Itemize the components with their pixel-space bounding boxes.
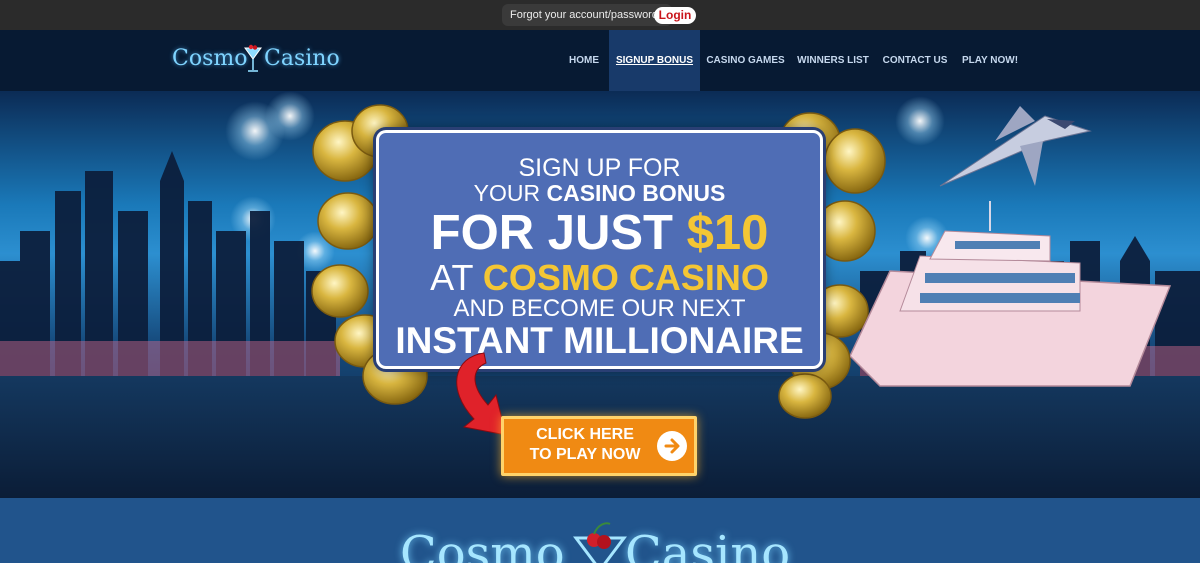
- nav-item-home[interactable]: HOME: [561, 30, 607, 91]
- play-now-cta-button[interactable]: CLICK HERE TO PLAY NOW: [501, 416, 697, 476]
- nav-item-casino-games[interactable]: CASINO GAMES: [703, 30, 788, 91]
- promo-line-1: SIGN UP FOR: [518, 154, 681, 182]
- forgot-password-link[interactable]: Forgot your account/password?: [502, 4, 673, 26]
- logo-word-left: Cosmo: [172, 46, 248, 71]
- cta-label: CLICK HERE TO PLAY NOW: [529, 426, 641, 463]
- bottom-logo-band: Cosmo Casino: [0, 498, 1200, 563]
- hero-banner: SIGN UP FOR YOUR CASINO BONUS FOR JUST $…: [0, 91, 1200, 498]
- footer-logo: Cosmo Casino: [400, 520, 800, 563]
- nav-item-signup-bonus[interactable]: SIGNUP BONUS: [609, 30, 700, 91]
- martini-glass-icon: [244, 44, 262, 72]
- cherry-martini-icon: [573, 522, 627, 563]
- login-button[interactable]: Login: [654, 7, 696, 24]
- footer-logo-word-left: Cosmo: [400, 526, 565, 563]
- nav-item-play-now[interactable]: PLAY NOW!: [959, 30, 1021, 91]
- jet-plane-image: [939, 106, 1092, 187]
- arrow-right-circle-icon: [657, 431, 687, 461]
- nav-item-contact-us[interactable]: CONTACT US: [879, 30, 951, 91]
- site-logo[interactable]: Cosmo Casino: [172, 44, 342, 74]
- signup-promo-panel: SIGN UP FOR YOUR CASINO BONUS FOR JUST $…: [376, 130, 823, 369]
- promo-line-3: FOR JUST $10: [430, 206, 769, 260]
- logo-word-right: Casino: [264, 46, 340, 71]
- promo-line-2: YOUR CASINO BONUS: [473, 180, 726, 206]
- nav-item-winners-list[interactable]: WINNERS LIST: [794, 30, 872, 91]
- promo-line-4: AT COSMO CASINO: [430, 257, 769, 298]
- site-header: Cosmo Casino HOME SIGNUP BONUS CASINO GA…: [0, 30, 1200, 91]
- footer-logo-word-right: Casino: [625, 526, 791, 563]
- promo-line-5: AND BECOME OUR NEXT: [453, 295, 746, 322]
- yacht-image: [850, 201, 1172, 387]
- top-utility-bar: Forgot your account/password? Login: [0, 0, 1200, 30]
